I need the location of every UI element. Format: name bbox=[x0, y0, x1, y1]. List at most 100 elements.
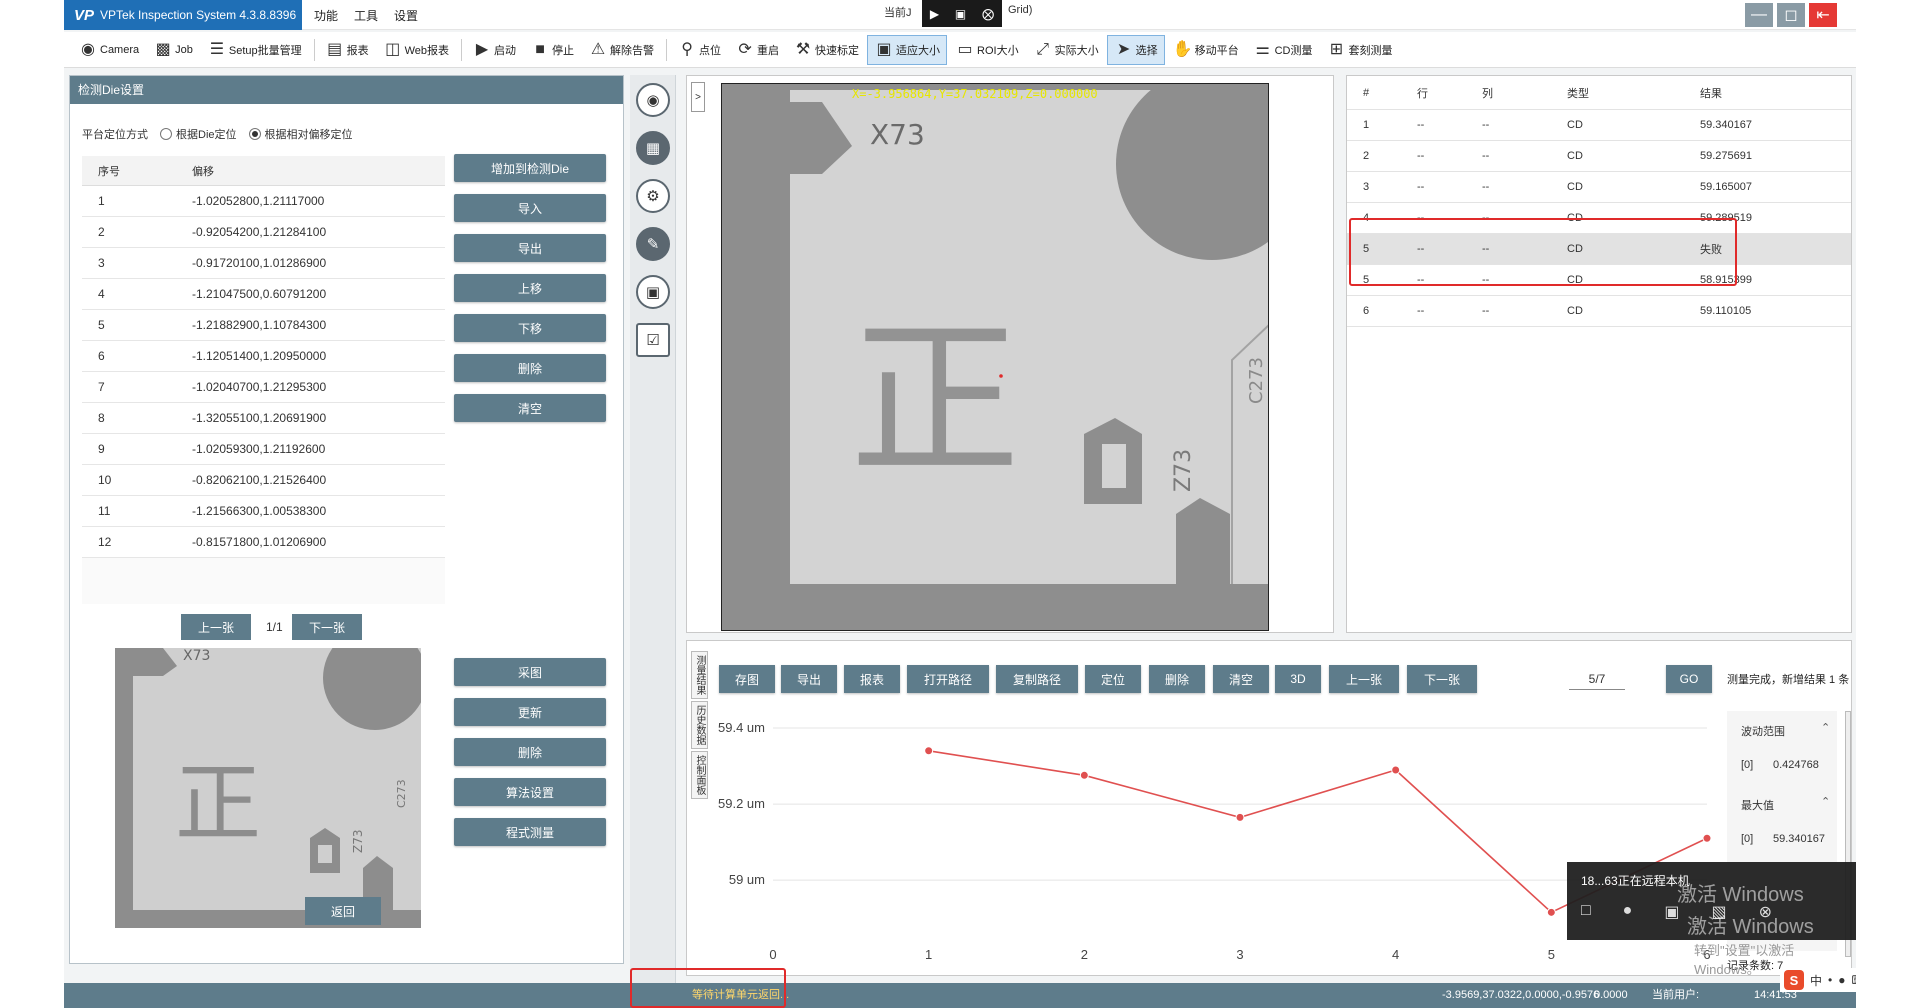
minimize-button[interactable]: — bbox=[1745, 3, 1773, 27]
ime-mic-icon[interactable]: ● bbox=[1838, 973, 1845, 987]
algorithm-settings-button[interactable]: 算法设置 bbox=[454, 778, 606, 806]
setup-batch-button[interactable]: ☰ Setup批量管理 bbox=[201, 35, 308, 65]
next-image-button[interactable]: 下一张 bbox=[292, 614, 362, 640]
menu-function[interactable]: 功能 bbox=[314, 7, 338, 24]
offset-row[interactable]: 7 -1.02040700,1.21295300 bbox=[82, 372, 445, 403]
ime-punct-icon[interactable]: • bbox=[1828, 973, 1832, 987]
restart-button[interactable]: ⟳ 重启 bbox=[729, 35, 785, 65]
result-row-item[interactable]: 6 -- -- CD 59.110105 bbox=[1347, 296, 1851, 327]
cd-measure-button[interactable]: ⚌ CD测量 bbox=[1247, 35, 1319, 65]
menu-settings[interactable]: 设置 bbox=[394, 7, 418, 24]
clear-offsets-button[interactable]: 清空 bbox=[454, 394, 606, 422]
prev-image-button[interactable]: 上一张 bbox=[181, 614, 251, 640]
maximize-button[interactable]: ◻ bbox=[1777, 3, 1805, 27]
point-button[interactable]: ⚲ 点位 bbox=[671, 35, 727, 65]
delete-offset-button[interactable]: 删除 bbox=[454, 354, 606, 382]
clear-results-button[interactable]: 清空 bbox=[1213, 665, 1269, 693]
ime-keyboard-icon[interactable]: ⌨ bbox=[1851, 973, 1856, 987]
remote-pointer-icon[interactable]: ▶ bbox=[930, 7, 939, 21]
checklist-icon[interactable]: ☑ bbox=[636, 323, 670, 357]
camera-button[interactable]: ◉ Camera bbox=[72, 35, 145, 65]
overlay-measure-button[interactable]: ⊞ 套刻测量 bbox=[1321, 35, 1399, 65]
grid-settings-icon[interactable]: ⚙ bbox=[636, 179, 670, 213]
menu-tools[interactable]: 工具 bbox=[354, 7, 378, 24]
image-label-zheng: 正 bbox=[850, 302, 1020, 500]
select-button[interactable]: ➤ 选择 bbox=[1106, 34, 1165, 65]
import-button[interactable]: 导入 bbox=[454, 194, 606, 222]
save-image-button[interactable]: 存图 bbox=[719, 665, 775, 693]
job-button[interactable]: ▩ Job bbox=[147, 35, 199, 65]
offset-row[interactable]: 5 -1.21882900,1.10784300 bbox=[82, 310, 445, 341]
remote-screen-icon[interactable]: ▣ bbox=[955, 7, 966, 21]
offset-row[interactable]: 1 -1.02052800,1.21117000 bbox=[82, 186, 445, 217]
move-up-button[interactable]: 上移 bbox=[454, 274, 606, 302]
stop-button[interactable]: ■ 停止 bbox=[524, 35, 580, 65]
offset-index: 4 bbox=[98, 287, 105, 301]
remote-close-icon[interactable]: ⨂ bbox=[982, 7, 994, 21]
tab-history-data[interactable]: 历史数据 bbox=[691, 701, 708, 749]
program-measure-button[interactable]: 程式测量 bbox=[454, 818, 606, 846]
offset-row[interactable]: 2 -0.92054200,1.21284100 bbox=[82, 217, 445, 248]
offset-row[interactable]: 10 -0.82062100,1.21526400 bbox=[82, 465, 445, 496]
delete-result-button[interactable]: 删除 bbox=[1149, 665, 1205, 693]
offset-row[interactable]: 4 -1.21047500,0.60791200 bbox=[82, 279, 445, 310]
measure-tool-icon[interactable]: ✎ bbox=[636, 227, 670, 261]
exit-button[interactable]: ⇤ bbox=[1809, 3, 1837, 27]
copy-path-button[interactable]: 复制路径 bbox=[996, 665, 1078, 693]
chart-data-point bbox=[1546, 907, 1556, 917]
collapse-range-icon[interactable]: ⌃ bbox=[1821, 721, 1830, 734]
go-button[interactable]: GO bbox=[1666, 665, 1712, 693]
report-button[interactable]: ▤ 报表 bbox=[319, 35, 375, 65]
offset-row[interactable]: 8 -1.32055100,1.20691900 bbox=[82, 403, 445, 434]
next-result-button[interactable]: 下一张 bbox=[1407, 665, 1477, 693]
result-row-item[interactable]: 2 -- -- CD 59.275691 bbox=[1347, 141, 1851, 172]
view-3d-button[interactable]: 3D bbox=[1275, 665, 1321, 693]
move-stage-button[interactable]: ✋ 移动平台 bbox=[1167, 35, 1245, 65]
radio-die-positioning-label[interactable]: 根据Die定位 bbox=[176, 126, 237, 142]
update-button[interactable]: 更新 bbox=[454, 698, 606, 726]
start-button[interactable]: ▶ 启动 bbox=[466, 35, 522, 65]
app-window: VP VPTek Inspection System 4.3.8.8396 功能… bbox=[64, 0, 1856, 1008]
report-results-button[interactable]: 报表 bbox=[844, 665, 900, 693]
web-report-button[interactable]: ◫ Web报表 bbox=[377, 35, 455, 65]
expand-panel-button[interactable]: > bbox=[691, 82, 705, 112]
add-to-die-button[interactable]: 增加到检测Die bbox=[454, 154, 606, 182]
export-button[interactable]: 导出 bbox=[454, 234, 606, 262]
radio-die-positioning[interactable] bbox=[160, 128, 172, 140]
result-row-item[interactable]: 1 -- -- CD 59.340167 bbox=[1347, 110, 1851, 141]
delete-image-button[interactable]: 删除 bbox=[454, 738, 606, 766]
image-frame-icon[interactable]: ▣ bbox=[636, 275, 670, 309]
export-results-button[interactable]: 导出 bbox=[781, 665, 837, 693]
collapse-max-icon[interactable]: ⌃ bbox=[1821, 795, 1830, 808]
open-path-button[interactable]: 打开路径 bbox=[907, 665, 989, 693]
offset-row[interactable]: 6 -1.12051400,1.20950000 bbox=[82, 341, 445, 372]
grid-view-icon[interactable]: ▦ bbox=[636, 131, 670, 165]
thumb-label-z73: Z73 bbox=[351, 830, 365, 854]
prev-result-button[interactable]: 上一张 bbox=[1329, 665, 1399, 693]
ime-language[interactable]: 中 bbox=[1810, 972, 1822, 989]
offset-row[interactable]: 11 -1.21566300,1.00538300 bbox=[82, 496, 445, 527]
microphone-icon[interactable]: ● bbox=[1623, 902, 1633, 922]
offset-row[interactable]: 9 -1.02059300,1.21192600 bbox=[82, 434, 445, 465]
page-input[interactable]: 5/7 bbox=[1569, 668, 1625, 690]
radio-offset-positioning[interactable] bbox=[248, 128, 261, 140]
result-row-item[interactable]: 3 -- -- CD 59.165007 bbox=[1347, 172, 1851, 203]
offset-row[interactable]: 3 -0.91720100,1.01286900 bbox=[82, 248, 445, 279]
actual-size-button[interactable]: ⤢ 实际大小 bbox=[1027, 35, 1105, 65]
sogou-icon[interactable]: S bbox=[1784, 970, 1804, 990]
capture-camera-icon[interactable]: ◉ bbox=[636, 83, 670, 117]
inspection-image[interactable]: X73 正 Z73 C273 X=-3.956864,Y=37.032109,Z… bbox=[721, 83, 1269, 631]
roi-size-button[interactable]: ▭ ROI大小 bbox=[949, 35, 1025, 65]
back-button[interactable]: 返回 bbox=[305, 897, 381, 925]
offset-row[interactable]: 12 -0.81571800,1.01206900 bbox=[82, 527, 445, 558]
move-down-button[interactable]: 下移 bbox=[454, 314, 606, 342]
radio-offset-positioning-label[interactable]: 根据相对偏移定位 bbox=[265, 126, 353, 142]
clear-alarm-button[interactable]: ⚠ 解除告警 bbox=[582, 35, 660, 65]
chat-icon[interactable]: □ bbox=[1581, 902, 1591, 922]
quick-calibrate-button[interactable]: ⚒ 快速标定 bbox=[787, 35, 865, 65]
fit-size-button[interactable]: ▣ 适应大小 bbox=[867, 34, 948, 65]
tab-control-panel[interactable]: 控制面板 bbox=[691, 751, 708, 799]
locate-button[interactable]: 定位 bbox=[1085, 665, 1141, 693]
tab-measure-results[interactable]: 测量结果 bbox=[691, 651, 708, 699]
capture-button[interactable]: 采图 bbox=[454, 658, 606, 686]
